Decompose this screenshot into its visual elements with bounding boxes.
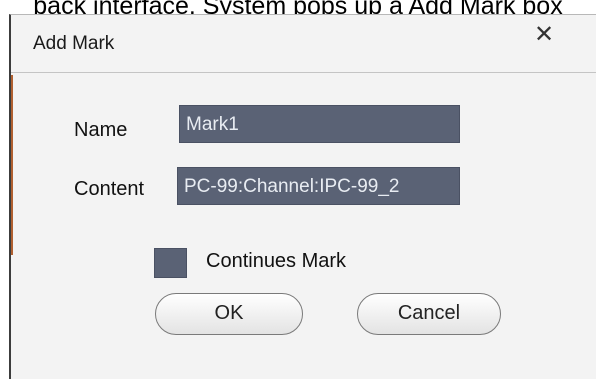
dialog-title: Add Mark bbox=[33, 33, 115, 54]
cancel-button[interactable]: Cancel bbox=[357, 293, 501, 335]
dialog-titlebar: Add Mark ✕ bbox=[11, 15, 596, 73]
ok-button[interactable]: OK bbox=[155, 293, 303, 335]
content-field[interactable]: PC-99:Channel:IPC-99_2 bbox=[177, 167, 460, 205]
continues-mark-checkbox[interactable] bbox=[154, 248, 187, 278]
window-edge-accent bbox=[11, 75, 13, 255]
close-icon[interactable]: ✕ bbox=[529, 20, 559, 50]
content-label: Content bbox=[74, 178, 145, 200]
continues-mark-label[interactable]: Continues Mark bbox=[206, 250, 346, 273]
name-label: Name bbox=[74, 119, 128, 141]
name-field-value: Mark1 bbox=[186, 114, 239, 135]
add-mark-dialog: Add Mark ✕ Name Mark1 Content PC-99:Chan… bbox=[9, 14, 596, 379]
name-field[interactable]: Mark1 bbox=[179, 105, 460, 143]
content-field-value: PC-99:Channel:IPC-99_2 bbox=[184, 176, 400, 197]
